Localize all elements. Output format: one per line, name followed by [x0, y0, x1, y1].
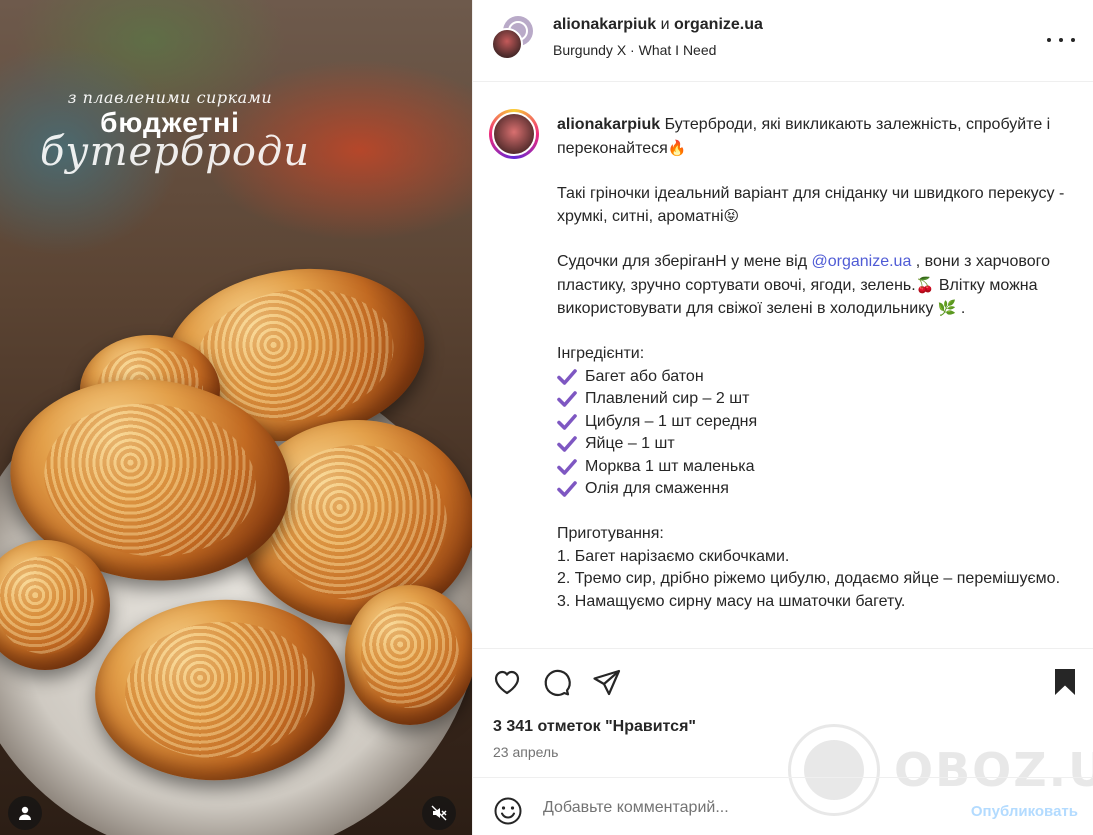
author-connector: и [660, 16, 670, 33]
toast [345, 585, 472, 725]
ingredient-text: Олія для смаження [585, 480, 729, 497]
checkmark-icon [557, 458, 577, 475]
herb-emoji: 🌿 [937, 299, 957, 317]
caption-paragraph: . [956, 300, 966, 317]
action-bar [491, 660, 1081, 704]
ingredient-item: Цибуля – 1 шт середня [557, 411, 1082, 434]
post-date[interactable]: 23 апрель [493, 744, 558, 760]
post-photo[interactable]: з плавленими сирками бюджетні бутерброди [0, 0, 472, 835]
dot [1059, 38, 1063, 42]
ingredient-item: Багет або батон [557, 366, 1082, 389]
comment-bar: Опубликовать [473, 777, 1093, 835]
checkmark-icon [557, 391, 577, 408]
photo-caption: з плавленими сирками бюджетні бутерброди [40, 88, 311, 175]
caption-paragraph: Такі гріночки ідеальний варіант для снід… [557, 184, 1065, 226]
steps-list: 1. Багет нарізаємо скибочками. 2. Тремо с… [557, 546, 1082, 614]
caption-scroll-area[interactable]: alionakarpiuk Бутерброди, які викликають… [473, 83, 1093, 649]
ingredient-item: Яйце – 1 шт [557, 433, 1082, 456]
audio-link[interactable]: Burgundy X · What I Need [553, 42, 763, 58]
ingredient-text: Цибуля – 1 шт середня [585, 412, 758, 430]
step-item: 3. Намащуємо сирну масу на шматочки баге… [557, 592, 906, 610]
more-horizontal-icon [1047, 38, 1051, 42]
dot [1071, 38, 1075, 42]
ingredients-list: Багет або батон Плавлений сир – 2 шт Цибул… [557, 366, 1082, 501]
author-link[interactable]: alionakarpiuk [553, 16, 656, 33]
post-details-panel: alionakarpiuk и organize.ua Burgundy X ·… [472, 0, 1093, 835]
caption-text: alionakarpiuk Бутерброди, які викликають… [557, 114, 1082, 613]
caption-username[interactable]: alionakarpiuk [557, 116, 660, 133]
comment-button[interactable] [541, 666, 573, 698]
cherry-emoji: 🍒 [915, 275, 935, 294]
fire-emoji: 🔥 [667, 138, 687, 157]
likes-count[interactable]: 3 341 отметок "Нравится" [493, 718, 696, 736]
send-icon [593, 669, 621, 696]
mention-link[interactable]: @organize.ua [811, 253, 911, 270]
steps-title: Приготування: [557, 525, 664, 542]
save-button[interactable] [1049, 666, 1081, 698]
share-button[interactable] [591, 666, 623, 698]
like-button[interactable] [491, 666, 523, 698]
checkmark-icon [557, 413, 577, 430]
mute-button[interactable] [422, 796, 456, 830]
heart-icon [494, 670, 520, 695]
ingredient-text: Яйце – 1 шт [585, 435, 675, 452]
avatar [491, 28, 523, 60]
checkmark-icon [557, 481, 577, 498]
ingredients-title: Інгредієнти: [557, 345, 645, 362]
ingredient-text: Морква 1 шт маленька [585, 457, 755, 475]
comment-icon [544, 669, 571, 696]
checkmark-icon [557, 436, 577, 453]
avatar-image [492, 112, 536, 156]
author-link[interactable]: organize.ua [674, 16, 763, 33]
avatar[interactable] [489, 109, 539, 159]
comment-input[interactable] [543, 799, 943, 817]
photo-caption-line3: бутерброди [40, 129, 311, 175]
emoji-picker-button[interactable] [493, 796, 523, 826]
header-authors: alionakarpiuk и organize.ua [553, 16, 763, 34]
smiley-icon [494, 797, 522, 825]
ingredient-item: Олія для смаження [557, 478, 1082, 501]
bookmark-icon [1055, 669, 1075, 695]
header-text: alionakarpiuk и organize.ua Burgundy X ·… [553, 16, 763, 58]
ingredient-text: Багет або батон [585, 367, 704, 385]
step-item: 2. Тремо сир, дрібно ріжемо цибулю, дода… [557, 570, 1061, 587]
tagged-users-button[interactable] [8, 796, 42, 830]
photo-caption-line1: з плавленими сирками [67, 88, 273, 107]
ingredient-item: Плавлений сир – 2 шт [557, 388, 1082, 411]
publish-button[interactable]: Опубликовать [971, 803, 1078, 820]
tongue-emoji: 😝 [723, 207, 740, 225]
ingredient-item: Морква 1 шт маленька [557, 456, 1082, 479]
volume-off-icon [431, 805, 447, 821]
post-header: alionakarpiuk и organize.ua Burgundy X ·… [473, 0, 1093, 82]
checkmark-icon [557, 368, 577, 385]
user-icon [19, 806, 31, 820]
caption-paragraph: Судочки для зберіганН у мене від [557, 253, 812, 270]
step-item: 1. Багет нарізаємо скибочками. [557, 547, 790, 565]
more-options-button[interactable] [1047, 28, 1075, 52]
collab-avatars[interactable] [491, 16, 537, 62]
ingredient-text: Плавлений сир – 2 шт [585, 390, 750, 407]
